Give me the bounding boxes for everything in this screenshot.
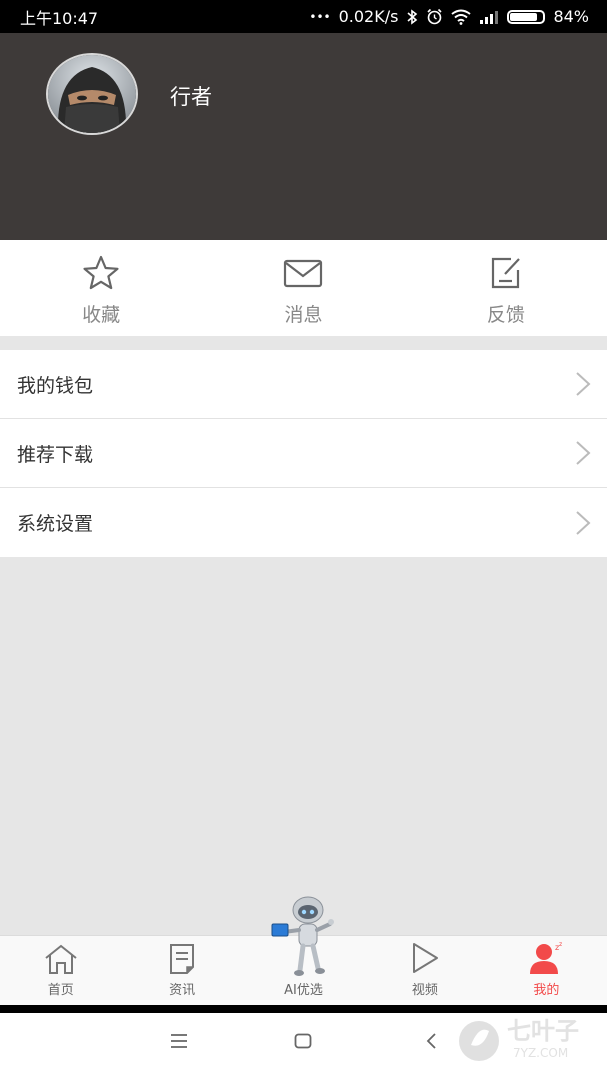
quick-actions: 收藏 消息 反馈 — [0, 240, 607, 336]
mail-icon — [284, 259, 323, 288]
menu-item-label: 系统设置 — [17, 513, 94, 535]
home-button-icon[interactable] — [294, 1033, 312, 1049]
chevron-right-icon — [576, 441, 591, 465]
svg-text:z: z — [559, 941, 562, 948]
chevron-right-icon — [576, 372, 591, 396]
messages-button[interactable]: 消息 — [202, 240, 404, 336]
tab-label: AI优选 — [284, 983, 323, 998]
messages-label: 消息 — [284, 304, 323, 326]
status-icons: ••• 0.02K/s 84% — [309, 7, 589, 26]
star-icon — [83, 255, 119, 290]
tab-label: 资讯 — [169, 983, 196, 998]
status-bar: 上午10:47 ••• 0.02K/s 84% — [0, 0, 607, 33]
play-icon — [412, 943, 438, 973]
chevron-right-icon — [576, 510, 591, 535]
status-time: 上午10:47 — [20, 8, 99, 28]
news-icon — [170, 944, 195, 974]
menu-item-label: 推荐下载 — [17, 443, 94, 466]
user-icon: z z — [530, 941, 562, 974]
profile-header: 行者 — [0, 33, 607, 240]
tab-video[interactable]: 视频 — [364, 936, 485, 1006]
alarm-icon — [427, 8, 443, 25]
battery-percent: 84% — [553, 7, 589, 26]
menu-item-system-settings[interactable]: 系统设置 — [0, 488, 607, 557]
tab-home[interactable]: 首页 — [0, 936, 121, 1006]
tab-news[interactable]: 资讯 — [121, 936, 242, 1006]
back-icon[interactable] — [425, 1033, 437, 1049]
feedback-button[interactable]: 反馈 — [405, 240, 607, 336]
username[interactable]: 行者 — [170, 81, 212, 111]
bluetooth-icon — [407, 8, 418, 25]
battery-icon — [507, 9, 546, 24]
battery-level — [510, 12, 537, 21]
tab-label: 首页 — [47, 983, 74, 998]
avatar-image — [48, 55, 136, 133]
wifi-icon — [451, 9, 472, 25]
menu-icon[interactable] — [170, 1033, 188, 1049]
favorites-label: 收藏 — [82, 304, 121, 326]
watermark-logo: 七叶子 7YZ.COM — [459, 1017, 579, 1061]
menu-item-wallet[interactable]: 我的钱包 — [0, 350, 607, 419]
feedback-label: 反馈 — [486, 304, 525, 326]
feedback-icon — [491, 257, 520, 289]
favorites-button[interactable]: 收藏 — [0, 240, 202, 336]
signal-icon — [480, 10, 499, 24]
svg-text:七叶子: 七叶子 — [507, 1017, 579, 1045]
settings-menu: 我的钱包 推荐下载 系统设置 — [0, 350, 607, 557]
status-dots: ••• — [309, 9, 331, 24]
svg-text:7YZ.COM: 7YZ.COM — [513, 1046, 568, 1060]
tab-label: 视频 — [411, 983, 438, 998]
tab-label: 我的 — [533, 983, 560, 998]
tab-mine[interactable]: z z 我的 — [486, 936, 607, 1006]
home-icon — [45, 944, 77, 974]
menu-item-recommended-downloads[interactable]: 推荐下载 — [0, 419, 607, 488]
robot-mascot-icon[interactable] — [270, 894, 340, 978]
avatar[interactable] — [46, 53, 138, 135]
network-speed: 0.02K/s — [338, 7, 399, 26]
menu-item-label: 我的钱包 — [17, 374, 94, 397]
